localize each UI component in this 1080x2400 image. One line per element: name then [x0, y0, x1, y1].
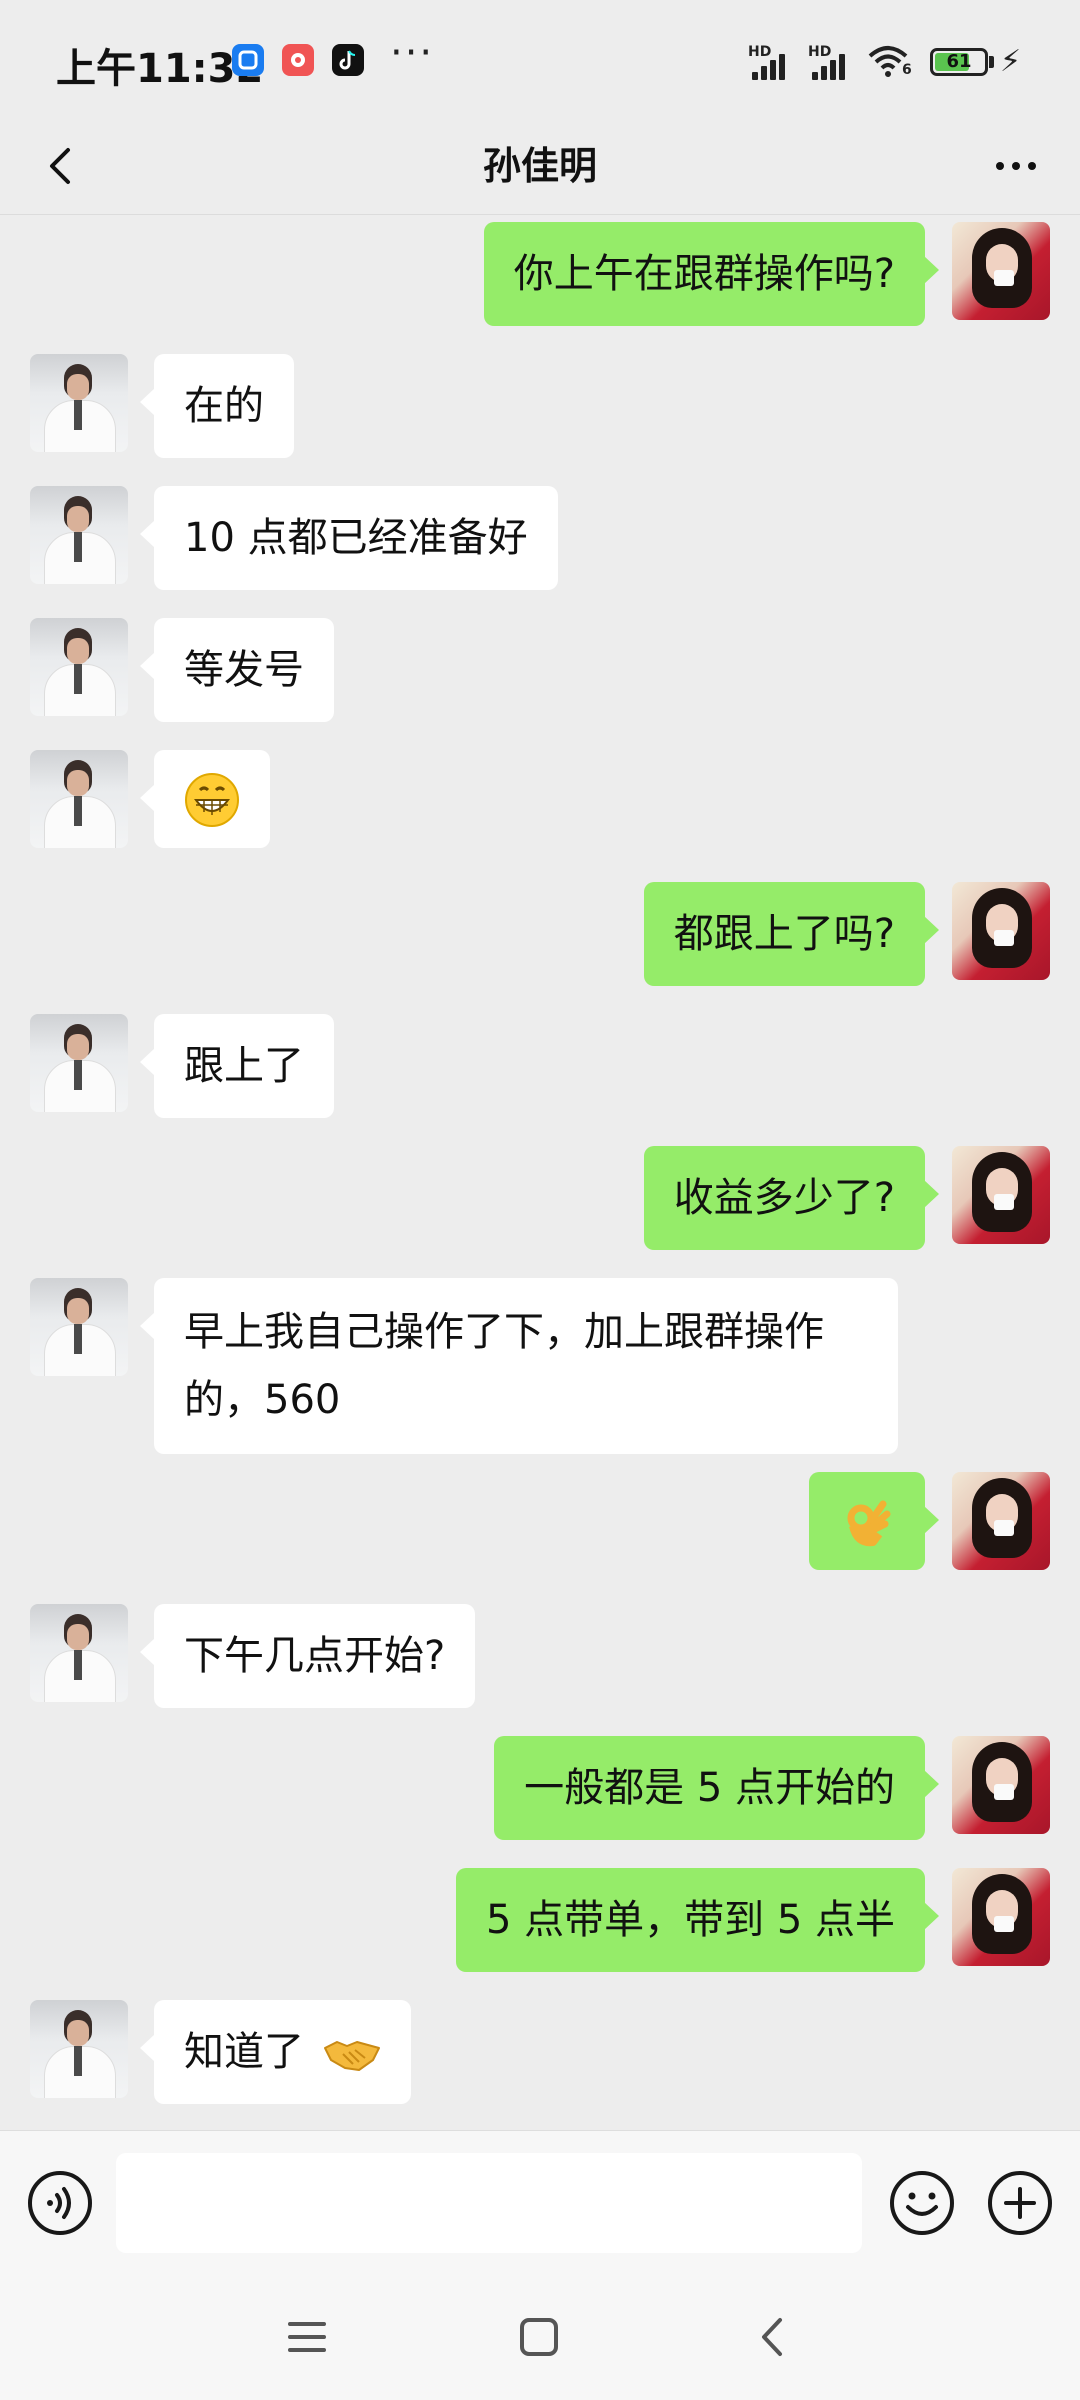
- charging-icon: ⚡: [1000, 44, 1022, 79]
- contact-avatar[interactable]: [30, 750, 128, 848]
- message-bubble-sent[interactable]: 都跟上了吗?: [643, 882, 940, 986]
- voice-input-icon[interactable]: [26, 2169, 94, 2237]
- back-chevron-icon[interactable]: [34, 136, 94, 196]
- contact-avatar[interactable]: [30, 354, 128, 452]
- my-avatar[interactable]: [952, 1146, 1050, 1244]
- my-avatar[interactable]: [952, 1736, 1050, 1834]
- status-bar: 上午11:32 ··· HD HD 6 61 ⚡: [0, 0, 1080, 122]
- contact-avatar[interactable]: [30, 1604, 128, 1702]
- header-divider: [0, 214, 1080, 215]
- battery-level: 61: [946, 51, 972, 72]
- system-navigation-bar: [0, 2274, 1080, 2400]
- message-bubble-sent[interactable]: 你上午在跟群操作吗?: [483, 222, 940, 326]
- my-avatar[interactable]: [952, 882, 1050, 980]
- signal-icon: [748, 48, 792, 80]
- my-avatar[interactable]: [952, 1868, 1050, 1966]
- contact-avatar[interactable]: [30, 486, 128, 584]
- blue-app-icon: [232, 44, 264, 76]
- contact-avatar[interactable]: [30, 2000, 128, 2098]
- grin-emoji-icon: [185, 773, 239, 827]
- message-bubble-received[interactable]: 跟上了: [140, 1014, 334, 1118]
- message-bubble-sent[interactable]: [809, 1472, 939, 1570]
- ok-hand-emoji-icon: [847, 1500, 891, 1547]
- wifi-icon: 6: [866, 44, 914, 80]
- battery-cap: [989, 56, 994, 68]
- chat-title: 孙佳明: [482, 144, 597, 188]
- red-app-icon: [282, 44, 314, 76]
- more-dots-icon[interactable]: [986, 136, 1046, 196]
- message-bubble-received[interactable]: [140, 750, 270, 848]
- message-bubble-received[interactable]: 下午几点开始?: [139, 1604, 476, 1708]
- message-bubble-received[interactable]: 知道了: [140, 2000, 411, 2104]
- home-square-icon[interactable]: [514, 2312, 564, 2362]
- message-bubble-received[interactable]: 在的: [140, 354, 294, 458]
- message-bubble-received[interactable]: 10 点都已经准备好: [140, 486, 558, 590]
- signal-icon-2: [808, 48, 852, 80]
- menu-lines-icon[interactable]: [282, 2312, 332, 2362]
- wifi-label: 6: [902, 62, 912, 78]
- message-bubble-received[interactable]: 早上我自己操作了下，加上跟群操作的，560: [140, 1278, 898, 1454]
- message-bubble-sent[interactable]: 一般都是 5 点开始的: [494, 1736, 939, 1840]
- battery-icon: 61: [930, 48, 988, 76]
- message-bubble-sent[interactable]: 5 点带单，带到 5 点半: [455, 1868, 940, 1972]
- chat-header: 孙佳明: [0, 122, 1080, 214]
- message-bubble-sent[interactable]: 收益多少了?: [643, 1146, 940, 1250]
- contact-avatar[interactable]: [30, 1278, 128, 1376]
- more-notifications-dots: ···: [390, 30, 435, 76]
- emoji-picker-icon[interactable]: [888, 2169, 956, 2237]
- tiktok-icon: [332, 44, 364, 76]
- message-bubble-received[interactable]: 等发号: [140, 618, 334, 722]
- input-bar: [0, 2130, 1080, 2275]
- my-avatar[interactable]: [952, 222, 1050, 320]
- handshake-emoji-icon: [323, 2041, 380, 2071]
- contact-avatar[interactable]: [30, 618, 128, 716]
- contact-avatar[interactable]: [30, 1014, 128, 1112]
- plus-menu-icon[interactable]: [986, 2169, 1054, 2237]
- my-avatar[interactable]: [952, 1472, 1050, 1570]
- back-triangle-icon[interactable]: [748, 2312, 798, 2362]
- message-input[interactable]: [116, 2153, 862, 2253]
